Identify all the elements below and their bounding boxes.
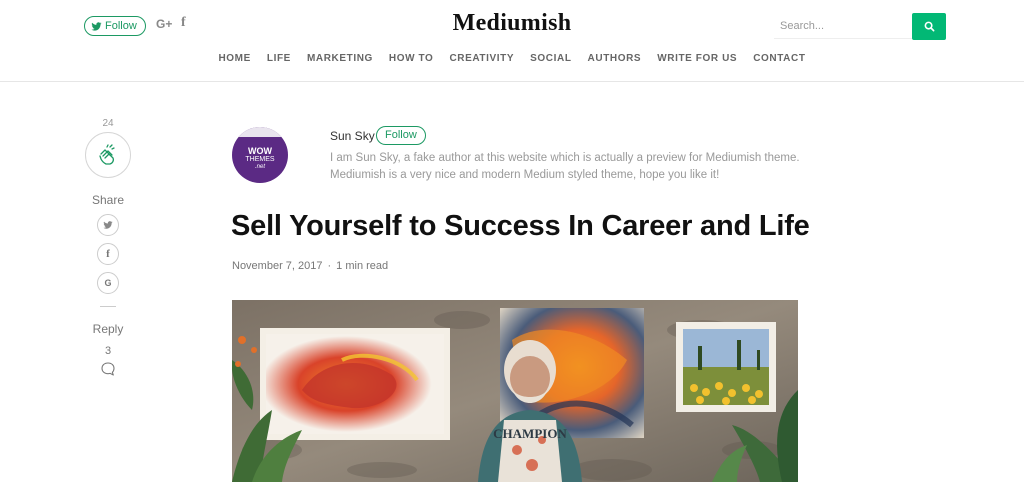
comment-icon[interactable]: [100, 361, 116, 377]
author-follow-button[interactable]: Follow: [376, 126, 426, 145]
clap-icon: [99, 144, 115, 165]
meta-separator: ·: [327, 260, 332, 272]
twitter-share-button[interactable]: [97, 214, 119, 236]
facebook-share-button[interactable]: f: [97, 243, 119, 265]
reply-count: 3: [104, 345, 112, 357]
nav-social[interactable]: SOCIAL: [522, 53, 579, 64]
post-meta: November 7, 2017 · 1 min read: [232, 260, 388, 272]
avatar-wow-text: WOW: [248, 146, 272, 156]
share-sidebar: 24 Share f G Reply 3: [84, 118, 132, 382]
search-button[interactable]: [912, 13, 946, 40]
facebook-icon: f: [106, 248, 110, 260]
post-date: November 7, 2017: [232, 260, 323, 272]
shirt-text: CHAMPION: [493, 426, 567, 441]
share-label: Share: [91, 193, 125, 207]
nav-life[interactable]: LIFE: [259, 53, 299, 64]
google-icon: G: [104, 278, 112, 288]
post-title: Sell Yourself to Success In Career and L…: [231, 210, 810, 242]
author-name[interactable]: Sun Sky: [330, 129, 375, 143]
nav-authors[interactable]: AUTHORS: [580, 53, 650, 64]
search-input[interactable]: [774, 13, 912, 39]
nav-write-for-us[interactable]: WRITE FOR US: [649, 53, 745, 64]
avatar-net-text: .net: [254, 164, 265, 170]
google-share-button[interactable]: G: [97, 272, 119, 294]
artist-painting-illustration: CHAMPION: [232, 300, 798, 482]
nav-contact[interactable]: CONTACT: [745, 53, 813, 64]
avatar-themes-text: THEMES: [245, 156, 275, 163]
site-header: Follow G+ f Mediumish HOME LIFE MARKETIN…: [0, 0, 1024, 82]
sidebar-divider: [100, 306, 116, 307]
reply-link[interactable]: Reply: [84, 322, 132, 336]
nav-creativity[interactable]: CREATIVITY: [441, 53, 522, 64]
author-avatar[interactable]: WOW THEMES .net: [232, 127, 288, 183]
read-time: 1 min read: [336, 260, 389, 272]
nav-how-to[interactable]: HOW TO: [381, 53, 442, 64]
author-bio: I am Sun Sky, a fake author at this webs…: [330, 152, 800, 181]
main-nav: HOME LIFE MARKETING HOW TO CREATIVITY SO…: [0, 53, 1024, 64]
twitter-icon: [103, 221, 113, 229]
nav-home[interactable]: HOME: [210, 53, 258, 64]
nav-marketing[interactable]: MARKETING: [299, 53, 381, 64]
post-hero-image: CHAMPION: [232, 300, 798, 482]
clap-button[interactable]: [85, 132, 131, 178]
clap-count: 24: [102, 118, 114, 129]
search-icon: [924, 21, 934, 32]
avatar-top-band: [232, 127, 288, 137]
